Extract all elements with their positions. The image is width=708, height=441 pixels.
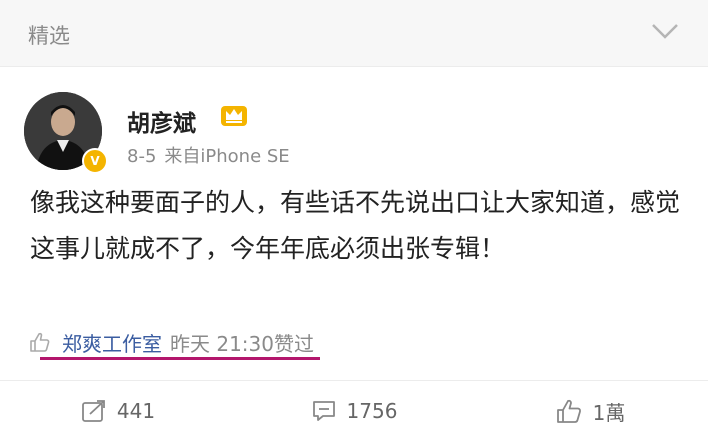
chevron-down-icon[interactable] bbox=[650, 20, 680, 42]
thumb-up-icon bbox=[30, 332, 50, 352]
post-source: 来自iPhone SE bbox=[164, 146, 290, 167]
like-button[interactable]: 1萬 bbox=[472, 381, 708, 441]
top-bar: 精选 bbox=[0, 0, 708, 67]
post-text: 像我这种要面子的人，有些话不先说出口让大家知道，感觉这事儿就成不了，今年年底必须… bbox=[30, 188, 681, 263]
post-meta: 8-5 来自iPhone SE bbox=[127, 142, 290, 168]
action-bar: 441 1756 1萬 bbox=[0, 380, 708, 441]
repost-icon bbox=[82, 400, 105, 422]
author-name[interactable]: 胡彦斌 bbox=[127, 104, 196, 138]
verified-badge-icon: V bbox=[82, 148, 108, 174]
like-count: 1萬 bbox=[592, 400, 626, 425]
highlight-underline bbox=[40, 357, 320, 360]
comment-icon bbox=[312, 401, 335, 421]
post-date: 8-5 bbox=[127, 146, 157, 167]
featured-label: 精选 bbox=[28, 24, 70, 48]
repost-button[interactable]: 441 bbox=[0, 381, 236, 441]
comment-count: 1756 bbox=[346, 399, 398, 423]
liked-time: 昨天 21:30赞过 bbox=[170, 331, 314, 356]
liked-by-line: 郑爽工作室 昨天 21:30赞过 bbox=[28, 327, 314, 357]
crown-icon bbox=[221, 106, 247, 126]
like-icon bbox=[556, 399, 581, 423]
comment-button[interactable]: 1756 bbox=[236, 381, 472, 441]
repost-count: 441 bbox=[116, 399, 156, 423]
liked-by-link[interactable]: 郑爽工作室 bbox=[62, 328, 162, 357]
